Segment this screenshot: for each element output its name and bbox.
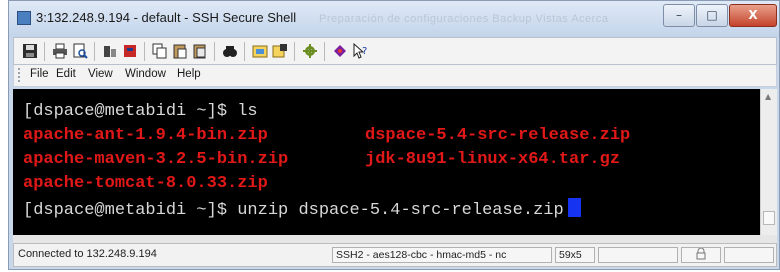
file-entry: apache-maven-3.2.5-bin.zip: [23, 150, 289, 169]
ssh-client-window: 3:132.248.9.194 - default - SSH Secure S…: [8, 0, 780, 270]
copy-icon[interactable]: [152, 43, 168, 59]
find-icon[interactable]: [222, 43, 238, 59]
toolbar-separator: [244, 42, 245, 61]
settings-icon[interactable]: [302, 43, 318, 59]
status-bar: Connected to 132.248.9.194 SSH2 - aes128…: [13, 243, 777, 267]
file-entry: apache-ant-1.9.4-bin.zip: [23, 126, 268, 145]
terminal-size: 59x5: [555, 247, 595, 263]
svg-text:?: ?: [362, 46, 367, 57]
menu-window[interactable]: Window: [125, 68, 166, 80]
toolbar-separator: [214, 42, 215, 61]
scrollbar-thumb[interactable]: [763, 211, 775, 225]
menu-grip[interactable]: [18, 68, 23, 82]
title-bar[interactable]: 3:132.248.9.194 - default - SSH Secure S…: [9, 1, 779, 37]
vertical-scrollbar[interactable]: ▲: [760, 89, 777, 235]
status-extra-pane: [598, 247, 678, 263]
print-icon[interactable]: [52, 43, 68, 59]
toolbar-separator: [324, 42, 325, 61]
toolbar-separator: [144, 42, 145, 61]
horizontal-scroll-area: [13, 235, 777, 243]
status-last-pane: [724, 247, 774, 263]
terminal-output[interactable]: [dspace@metabidi ~]$ ls apache-ant-1.9.4…: [13, 89, 760, 235]
scroll-up-arrow-icon[interactable]: ▲: [765, 92, 771, 101]
close-button[interactable]: X: [729, 4, 777, 27]
minimize-button[interactable]: –: [663, 4, 695, 27]
terminal-cursor: [567, 198, 581, 217]
menu-view[interactable]: View: [88, 68, 113, 80]
file-entry: jdk-8u91-linux-x64.tar.gz: [365, 150, 621, 169]
profiles-icon[interactable]: [122, 43, 138, 59]
lock-icon: [681, 247, 721, 263]
menu-bar: File Edit View Window Help: [13, 65, 777, 87]
cipher-info: SSH2 - aes128-cbc - hmac-md5 - nc: [332, 247, 552, 263]
save-icon[interactable]: [22, 43, 38, 59]
file-transfer-icon[interactable]: [252, 43, 268, 59]
whats-this-icon[interactable]: ?: [352, 42, 368, 59]
file-entry: dspace-5.4-src-release.zip: [365, 126, 631, 145]
paste-icon[interactable]: [172, 43, 188, 59]
app-icon[interactable]: [17, 11, 31, 25]
toolbar-separator: [294, 42, 295, 61]
toolbar-separator: [44, 42, 45, 61]
file-entry: apache-tomcat-8.0.33.zip: [23, 174, 268, 193]
terminal-command-line: [dspace@metabidi ~]$ unzip dspace-5.4-sr…: [23, 198, 581, 221]
background-window-tabs: Preparación de configuraciones Backup Vi…: [319, 13, 609, 25]
print-preview-icon[interactable]: [72, 43, 88, 59]
help-context-icon[interactable]: [332, 43, 348, 59]
toolbar: ?: [13, 37, 777, 65]
terminal-prompt-line: [dspace@metabidi ~]$ ls: [23, 102, 258, 121]
quick-connect-icon[interactable]: [102, 43, 118, 59]
terminal-command-text: [dspace@metabidi ~]$ unzip dspace-5.4-sr…: [23, 201, 564, 220]
window-controls: – □ X: [662, 4, 777, 27]
paste-all-icon[interactable]: [192, 43, 208, 59]
menu-file[interactable]: File: [30, 68, 49, 80]
toolbar-separator: [94, 42, 95, 61]
window-title: 3:132.248.9.194 - default - SSH Secure S…: [36, 10, 297, 25]
menu-help[interactable]: Help: [177, 68, 201, 80]
connection-status: Connected to 132.248.9.194: [18, 248, 157, 260]
new-terminal-icon[interactable]: [272, 43, 288, 59]
menu-edit[interactable]: Edit: [56, 68, 76, 80]
maximize-button[interactable]: □: [696, 4, 728, 27]
